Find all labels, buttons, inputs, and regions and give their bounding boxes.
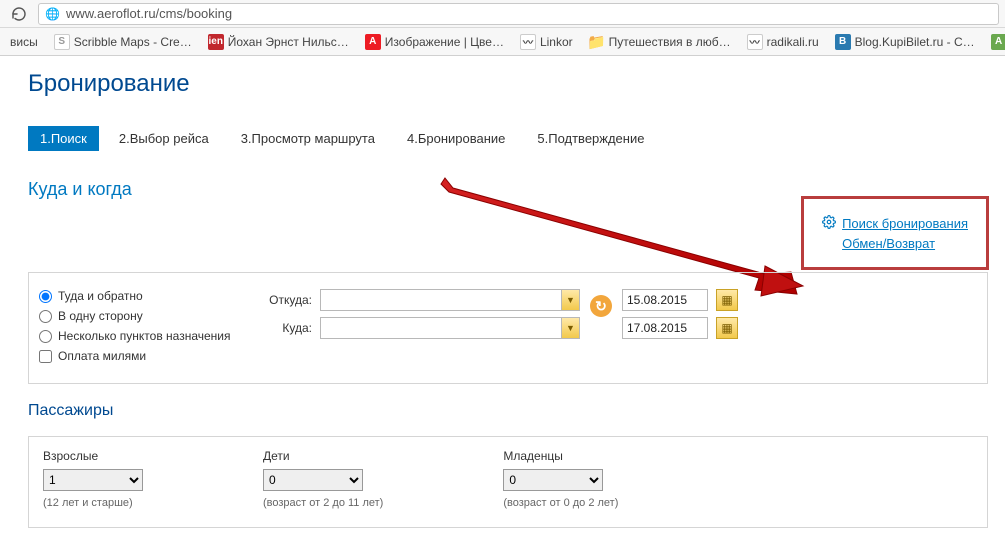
bookmark-item[interactable]: ienЙохан Эрнст Нильс… — [202, 32, 355, 52]
radio-roundtrip[interactable] — [39, 290, 52, 303]
page-title: Бронирование — [28, 70, 1005, 98]
bookmark-item[interactable]: висы — [4, 33, 44, 51]
step-select-flight[interactable]: 2.Выбор рейса — [107, 126, 221, 151]
to-dropdown[interactable]: ▼ — [320, 317, 580, 339]
step-booking[interactable]: 4.Бронирование — [395, 126, 517, 151]
trip-type-options: Туда и обратно В одну сторону Несколько … — [37, 283, 242, 369]
radio-oneway[interactable] — [39, 310, 52, 323]
globe-icon: 🌐 — [45, 7, 60, 21]
infants-label: Младенцы — [503, 449, 618, 463]
section-passengers: Пассажиры — [28, 402, 1005, 420]
favicon-icon: B — [835, 34, 851, 50]
search-booking-link[interactable]: Поиск бронирования — [842, 216, 968, 231]
from-dropdown[interactable]: ▼ — [320, 289, 580, 311]
url-text: www.aeroflot.ru/cms/booking — [66, 6, 232, 21]
calendar-icon[interactable]: ▦ — [716, 289, 738, 311]
passengers-form: Взрослые 1 (12 лет и старше) Дети 0 (воз… — [28, 436, 988, 528]
trip-multicity[interactable]: Несколько пунктов назначения — [39, 329, 242, 343]
bookmark-item[interactable]: BBlog.KupiBilet.ru - С… — [829, 32, 981, 52]
favicon-icon: A — [991, 34, 1005, 50]
from-label: Откуда: — [252, 293, 312, 307]
gear-icon — [822, 215, 836, 232]
trip-oneway[interactable]: В одну сторону — [39, 309, 242, 323]
bookmark-item[interactable]: AИзображение | Цве… — [359, 32, 510, 52]
return-date-input[interactable] — [622, 317, 708, 339]
bookmark-item[interactable]: 📁Путешествия в люб… — [583, 32, 737, 52]
bookmarks-bar: висы SScribble Maps - Cre… ienЙохан Эрнс… — [0, 28, 1005, 56]
favicon-icon: A — [365, 34, 381, 50]
checkbox-miles[interactable] — [39, 350, 52, 363]
booking-steps: 1.Поиск 2.Выбор рейса 3.Просмотр маршрут… — [28, 126, 1005, 151]
adults-label: Взрослые — [43, 449, 143, 463]
favicon-icon: S — [54, 34, 70, 50]
chevron-down-icon: ▼ — [561, 318, 579, 338]
infants-select[interactable]: 0 — [503, 469, 603, 491]
calendar-icon[interactable]: ▦ — [716, 317, 738, 339]
children-label: Дети — [263, 449, 383, 463]
infants-note: (возраст от 0 до 2 лет) — [503, 497, 618, 509]
swap-button[interactable]: ↻ — [590, 295, 612, 317]
pay-with-miles[interactable]: Оплата милями — [39, 349, 242, 363]
exchange-return-link[interactable]: Обмен/Возврат — [842, 236, 935, 251]
bookmark-item[interactable]: AAirline — [985, 32, 1005, 52]
url-bar[interactable]: 🌐 www.aeroflot.ru/cms/booking — [38, 3, 999, 25]
search-form: Туда и обратно В одну сторону Несколько … — [28, 272, 988, 384]
step-review-route[interactable]: 3.Просмотр маршрута — [229, 126, 387, 151]
booking-links-box: Поиск бронирования Обмен/Возврат — [801, 196, 989, 270]
reload-button[interactable] — [6, 3, 32, 25]
favicon-icon: 〰 — [747, 34, 763, 50]
to-label: Куда: — [252, 321, 312, 335]
radio-multicity[interactable] — [39, 330, 52, 343]
folder-icon: 📁 — [589, 34, 605, 50]
chevron-down-icon: ▼ — [561, 290, 579, 310]
step-search[interactable]: 1.Поиск — [28, 126, 99, 151]
adults-select[interactable]: 1 — [43, 469, 143, 491]
depart-date-input[interactable] — [622, 289, 708, 311]
favicon-icon: ien — [208, 34, 224, 50]
step-confirm[interactable]: 5.Подтверждение — [525, 126, 656, 151]
favicon-icon: 〰 — [520, 34, 536, 50]
bookmark-item[interactable]: 〰radikali.ru — [741, 32, 825, 52]
trip-roundtrip[interactable]: Туда и обратно — [39, 289, 242, 303]
bookmark-item[interactable]: SScribble Maps - Cre… — [48, 32, 198, 52]
adults-note: (12 лет и старше) — [43, 497, 143, 509]
browser-toolbar: 🌐 www.aeroflot.ru/cms/booking — [0, 0, 1005, 28]
children-select[interactable]: 0 — [263, 469, 363, 491]
children-note: (возраст от 2 до 11 лет) — [263, 497, 383, 509]
bookmark-item[interactable]: 〰Linkor — [514, 32, 579, 52]
